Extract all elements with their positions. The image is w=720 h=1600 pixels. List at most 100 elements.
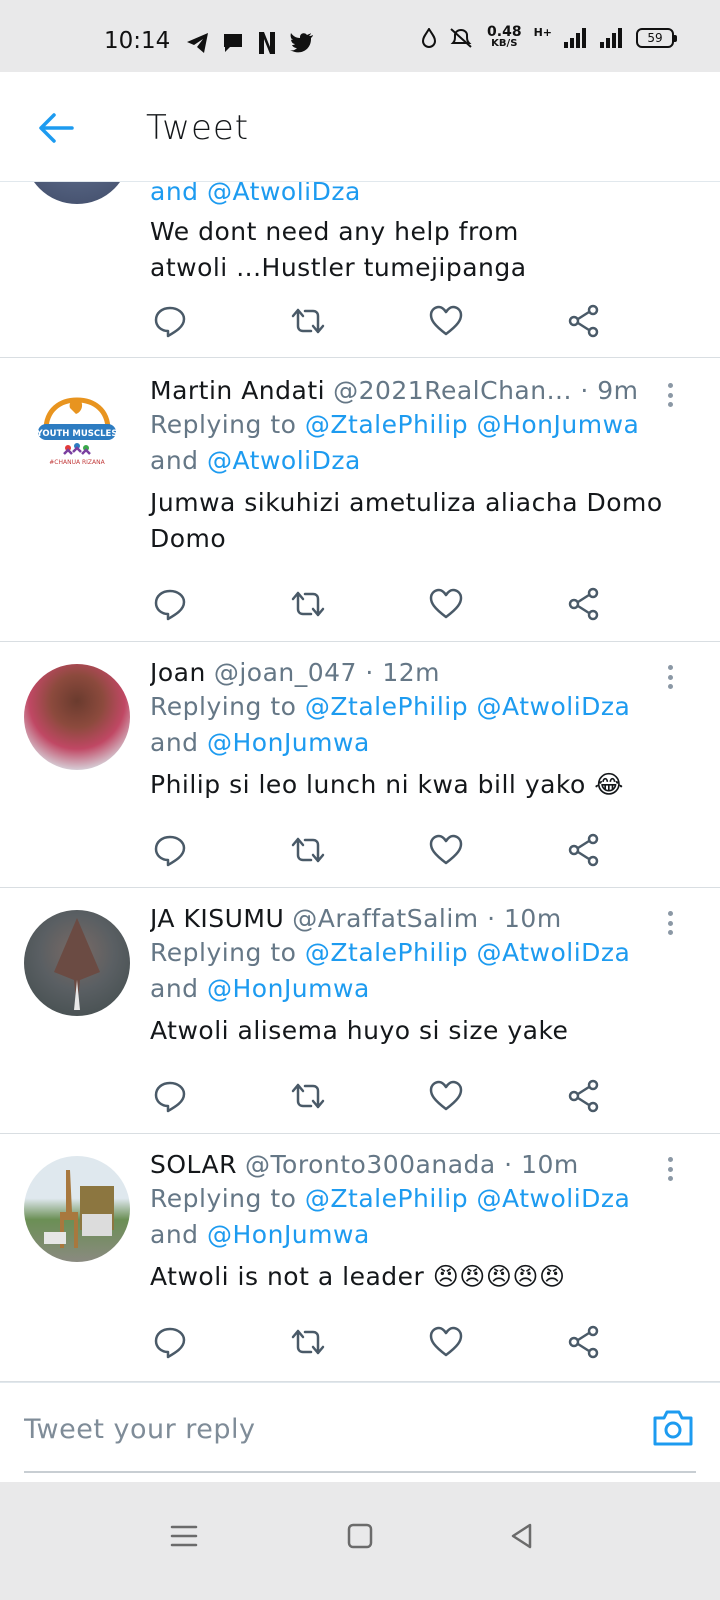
comment-icon [154, 589, 186, 621]
heart-icon [429, 305, 463, 336]
heart-icon [429, 1326, 463, 1357]
menu-icon [170, 1525, 198, 1547]
more-options-button[interactable] [660, 380, 680, 410]
share-button[interactable] [564, 1322, 604, 1362]
author-name[interactable]: Martin Andati [150, 376, 325, 405]
tweet-text-line: Philip si leo lunch ni kwa bill yako 😂 [150, 770, 624, 799]
like-button[interactable] [426, 1076, 466, 1116]
avatar[interactable] [24, 182, 130, 204]
and-label: and [150, 446, 199, 475]
tweet[interactable]: YOUTH MUSCLES #CHANUA RIZANA Martin Anda… [0, 358, 720, 642]
share-icon [568, 1325, 599, 1359]
share-button[interactable] [564, 1076, 604, 1116]
tweet-time: · 10m [487, 904, 562, 933]
mention-link[interactable]: @HonJumwa [207, 974, 370, 1003]
replying-to-label: Replying to [150, 410, 297, 439]
twitter-bird-icon [290, 33, 313, 53]
reply-input[interactable] [24, 1401, 624, 1457]
heart-icon [429, 834, 463, 865]
mention-link[interactable]: @ZtalePhilip @AtwoliDza [305, 1184, 630, 1213]
comment-icon [154, 306, 186, 338]
and-label: and [150, 728, 199, 757]
author-name[interactable]: SOLAR [150, 1150, 237, 1179]
more-options-button[interactable] [660, 662, 680, 692]
mention-link[interactable]: @AtwoliDza [207, 446, 361, 475]
home-nav-button[interactable] [330, 1506, 390, 1566]
author-handle[interactable]: @joan_047 [214, 658, 357, 687]
tweet-actions [150, 1322, 610, 1362]
signal-icon-2 [600, 28, 622, 48]
avatar[interactable] [24, 1156, 130, 1262]
retweet-button[interactable] [288, 830, 328, 870]
mention-link[interactable]: @HonJumwa [207, 728, 370, 757]
share-button[interactable] [564, 584, 604, 624]
retweet-icon [291, 1329, 325, 1355]
back-nav-button[interactable] [492, 1506, 552, 1566]
retweet-button[interactable] [288, 301, 328, 341]
author-handle[interactable]: @2021RealChan... [333, 376, 572, 405]
mention-link[interactable]: @ZtalePhilip @AtwoliDza [305, 938, 630, 967]
avatar[interactable] [24, 910, 130, 1016]
back-button[interactable] [34, 106, 78, 150]
author-name[interactable]: JA KISUMU [150, 904, 284, 933]
menu-nav-button[interactable] [154, 1506, 214, 1566]
tweet[interactable]: JA KISUMU @AraffatSalim · 10m Replying to… [0, 888, 720, 1134]
camera-button[interactable] [648, 1403, 698, 1453]
retweet-icon [291, 1083, 325, 1109]
mention-link[interactable]: and @AtwoliDza [150, 182, 361, 206]
like-button[interactable] [426, 1322, 466, 1362]
reply-button[interactable] [150, 301, 190, 341]
retweet-icon [291, 591, 325, 617]
reply-button[interactable] [150, 1076, 190, 1116]
replying-to-label: Replying to [150, 1184, 297, 1213]
tweet-text-line: Atwoli is not a leader 😠😠😠😠😠 [150, 1262, 566, 1291]
mention-link[interactable]: @ZtalePhilip @AtwoliDza [305, 692, 630, 721]
reply-button[interactable] [150, 1322, 190, 1362]
like-button[interactable] [426, 584, 466, 624]
reply-button[interactable] [150, 830, 190, 870]
tweet-text: We dont need any help from atwoli ...Hus… [150, 214, 692, 286]
avatar[interactable]: YOUTH MUSCLES #CHANUA RIZANA [24, 382, 130, 488]
author-name[interactable]: Joan [150, 658, 206, 687]
share-button[interactable] [564, 301, 604, 341]
retweet-button[interactable] [288, 1322, 328, 1362]
tweet-time: · 10m [504, 1150, 579, 1179]
tweet-text: Jumwa sikuhizi ametuliza aliacha Domo Do… [150, 485, 692, 557]
tweet-time: · 9m [580, 376, 639, 405]
comment-icon [154, 1327, 186, 1359]
tweet-partial[interactable]: and @AtwoliDza We dont need any help fro… [0, 182, 720, 358]
netflix-icon [259, 32, 275, 54]
replies-feed[interactable]: and @AtwoliDza We dont need any help fro… [0, 182, 720, 1382]
tweet[interactable]: Joan @joan_047 · 12m Replying to @ZtalePh… [0, 642, 720, 888]
reply-context: Replying to @ZtalePhilip @AtwoliDza and … [150, 935, 692, 1007]
app-header: Tweet [0, 72, 720, 182]
tweet-time: · 12m [365, 658, 440, 687]
share-icon [568, 1079, 599, 1113]
author-handle[interactable]: @AraffatSalim [292, 904, 478, 933]
retweet-icon [291, 308, 325, 334]
like-button[interactable] [426, 301, 466, 341]
author-handle[interactable]: @Toronto300anada [245, 1150, 496, 1179]
more-options-button[interactable] [660, 1154, 680, 1184]
replying-to-label: Replying to [150, 692, 297, 721]
reply-button[interactable] [150, 584, 190, 624]
mention-link[interactable]: @ZtalePhilip @HonJumwa [305, 410, 639, 439]
reply-context: Replying to @ZtalePhilip @AtwoliDza and … [150, 689, 692, 761]
more-options-button[interactable] [660, 908, 680, 938]
retweet-button[interactable] [288, 584, 328, 624]
like-button[interactable] [426, 830, 466, 870]
share-icon [568, 587, 599, 621]
avatar[interactable] [24, 664, 130, 770]
tweet-text-line: Jumwa sikuhizi ametuliza aliacha Domo [150, 488, 663, 517]
tweet-text-line: atwoli ...Hustler tumejipanga [150, 253, 527, 282]
tweet-header: Joan @joan_047 · 12m [150, 658, 692, 687]
page-title: Tweet [146, 108, 250, 148]
tweet-text: Philip si leo lunch ni kwa bill yako 😂 [150, 767, 692, 803]
tweet[interactable]: SOLAR @Toronto300anada · 10m Replying to … [0, 1134, 720, 1382]
share-icon [568, 833, 599, 867]
share-button[interactable] [564, 830, 604, 870]
mention-link[interactable]: @HonJumwa [207, 1220, 370, 1249]
telegram-icon [187, 33, 208, 53]
retweet-button[interactable] [288, 1076, 328, 1116]
drop-icon [422, 28, 437, 48]
